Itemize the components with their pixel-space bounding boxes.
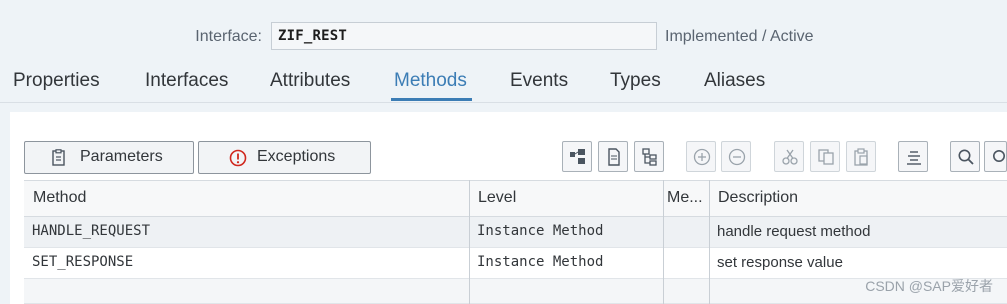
table-row[interactable]: HANDLE_REQUEST Instance Method handle re… [24, 217, 1007, 248]
tab-interfaces[interactable]: Interfaces [145, 70, 228, 92]
document-icon[interactable] [598, 141, 628, 172]
column-divider [663, 180, 664, 304]
tab-attributes[interactable]: Attributes [270, 70, 350, 92]
search-next-icon[interactable] [984, 141, 1007, 172]
tab-events[interactable]: Events [510, 70, 568, 92]
watermark: CSDN @SAP爱好者 [865, 278, 993, 294]
exceptions-label: Exceptions [257, 148, 336, 165]
tab-aliases[interactable]: Aliases [704, 70, 765, 92]
table-row[interactable]: SET_RESPONSE Instance Method set respons… [24, 248, 1007, 279]
parameters-label: Parameters [80, 148, 163, 165]
method-name[interactable]: HANDLE_REQUEST [32, 223, 150, 239]
column-header-level[interactable]: Level [478, 189, 516, 207]
parameters-button[interactable]: Parameters [24, 141, 194, 174]
tree-icon[interactable] [562, 141, 592, 172]
column-header-method[interactable]: Method [33, 189, 86, 207]
parameters-icon [51, 149, 67, 172]
tab-bar: Properties Interfaces Attributes Methods… [0, 66, 1007, 103]
copy-icon[interactable] [810, 141, 840, 172]
tab-types[interactable]: Types [610, 70, 661, 92]
method-level[interactable]: Instance Method [477, 223, 603, 239]
cut-icon[interactable] [774, 141, 804, 172]
interface-field[interactable]: ZIF_REST [271, 22, 657, 50]
method-level[interactable]: Instance Method [477, 254, 603, 270]
method-description[interactable]: handle request method [717, 223, 870, 240]
add-row-icon[interactable] [686, 141, 716, 172]
align-icon[interactable] [898, 141, 928, 172]
table-header: Method Level Me... Description [24, 180, 1007, 217]
column-divider [469, 180, 470, 304]
column-divider [709, 180, 710, 304]
method-description[interactable]: set response value [717, 254, 843, 271]
tab-properties[interactable]: Properties [13, 70, 100, 92]
status-text: Implemented / Active [665, 28, 814, 45]
remove-row-icon[interactable] [721, 141, 751, 172]
method-name[interactable]: SET_RESPONSE [32, 254, 133, 270]
search-icon[interactable] [950, 141, 980, 172]
interface-label: Interface: [195, 28, 262, 45]
table-row-empty[interactable] [24, 279, 1007, 304]
column-header-description[interactable]: Description [718, 189, 798, 207]
exclamation-icon [229, 149, 247, 172]
tab-methods[interactable]: Methods [394, 70, 467, 92]
exceptions-button[interactable]: Exceptions [198, 141, 371, 174]
methods-table: Method Level Me... Description HANDLE_RE… [24, 180, 1007, 304]
hierarchy-icon[interactable] [634, 141, 664, 172]
paste-icon[interactable] [846, 141, 876, 172]
interface-row: Interface: ZIF_REST Implemented / Active [0, 22, 1007, 52]
column-header-me[interactable]: Me... [667, 189, 703, 207]
active-tab-indicator [391, 98, 472, 101]
